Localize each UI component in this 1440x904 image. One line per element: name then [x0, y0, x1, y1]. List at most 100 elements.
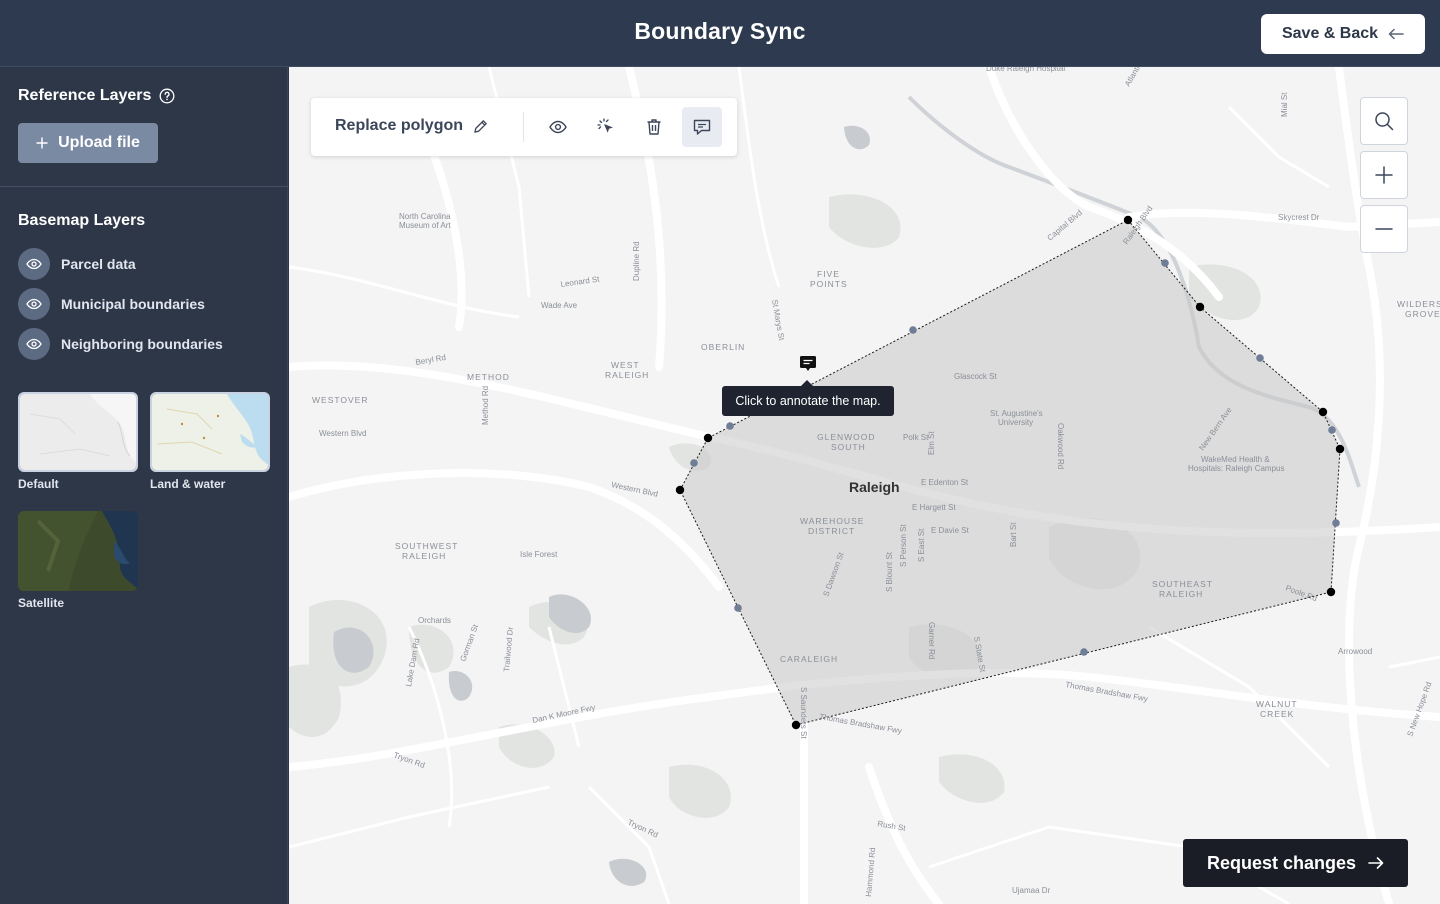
basemap-layers-title: Basemap Layers	[18, 212, 146, 229]
sidebar-divider	[0, 186, 288, 187]
top-bar: Boundary Sync Save & Back	[0, 0, 1440, 67]
svg-text:SOUTHEAST: SOUTHEAST	[1152, 579, 1213, 589]
svg-text:Thomas Bradshaw Fwy: Thomas Bradshaw Fwy	[819, 712, 903, 735]
svg-text:WAREHOUSE: WAREHOUSE	[800, 516, 864, 526]
basemap-layers-heading: Basemap Layers	[18, 212, 145, 230]
trash-icon	[647, 119, 661, 135]
svg-text:Museum of Art: Museum of Art	[399, 221, 451, 230]
basemap-default-label: Default	[18, 477, 59, 491]
eye-icon[interactable]	[18, 288, 50, 320]
svg-text:CARALEIGH: CARALEIGH	[780, 654, 838, 664]
svg-text:University: University	[998, 418, 1033, 427]
layer-label: Neighboring boundaries	[61, 336, 223, 352]
svg-text:S East St: S East St	[917, 528, 926, 562]
arrow-left-icon	[1388, 28, 1404, 40]
help-icon[interactable]	[159, 88, 175, 104]
basemap-land-water-thumbnail[interactable]	[150, 392, 270, 472]
svg-text:S New Hope Rd: S New Hope Rd	[1405, 681, 1433, 738]
zoom-out-button[interactable]	[1360, 205, 1408, 253]
svg-text:WakeMed Health &: WakeMed Health &	[1201, 455, 1270, 464]
svg-text:Gorman St: Gorman St	[458, 623, 480, 663]
polygon-toolbar: Replace polygon	[311, 98, 737, 156]
request-changes-button[interactable]: Request changes	[1183, 839, 1408, 887]
basemap-satellite-label: Satellite	[18, 596, 65, 610]
app-title: Boundary Sync	[634, 18, 806, 44]
annotate-tooltip: Click to annotate the map.	[722, 380, 894, 416]
svg-text:RALEIGH: RALEIGH	[605, 370, 649, 380]
svg-text:St. Augustine's: St. Augustine's	[990, 409, 1043, 418]
svg-text:POINTS: POINTS	[810, 279, 848, 289]
svg-text:E Edenton St: E Edenton St	[921, 478, 969, 487]
svg-text:Oakwood Rd: Oakwood Rd	[1056, 423, 1065, 469]
svg-text:Bart St: Bart St	[1009, 522, 1018, 547]
svg-text:Wade Ave: Wade Ave	[541, 301, 578, 310]
svg-text:GLENWOOD: GLENWOOD	[817, 432, 876, 442]
svg-text:RALEIGH: RALEIGH	[402, 551, 446, 561]
layer-toggle-neighboring-boundaries[interactable]: Neighboring boundaries	[18, 328, 223, 360]
svg-text:Western Blvd: Western Blvd	[319, 429, 366, 438]
zoom-in-button[interactable]	[1360, 151, 1408, 199]
svg-text:RALEIGH: RALEIGH	[1159, 589, 1203, 599]
svg-text:Duke Raleigh Hospital: Duke Raleigh Hospital	[986, 67, 1065, 73]
save-back-label: Save & Back	[1281, 25, 1379, 42]
svg-text:E Davie St: E Davie St	[931, 526, 970, 535]
layer-label: Parcel data	[61, 256, 136, 272]
svg-text:WALNUT: WALNUT	[1256, 699, 1298, 709]
svg-text:WESTOVER: WESTOVER	[312, 395, 369, 405]
svg-text:Orchards: Orchards	[418, 616, 451, 625]
basemap-land-water-label: Land & water	[150, 477, 226, 491]
layer-label: Municipal boundaries	[61, 296, 205, 312]
map-search-button[interactable]	[1360, 97, 1408, 145]
plus-icon	[1375, 166, 1393, 184]
svg-text:OBERLIN: OBERLIN	[701, 342, 745, 352]
reference-layers-title: Reference Layers	[18, 87, 152, 104]
svg-text:E Hargett St: E Hargett St	[912, 503, 956, 512]
city-label-raleigh: Raleigh	[849, 479, 900, 495]
plus-icon	[36, 137, 48, 149]
toolbar-title[interactable]: Replace polygon	[335, 117, 488, 135]
request-changes-label: Request changes	[1206, 852, 1357, 873]
svg-text:Hammond Rd: Hammond Rd	[864, 847, 877, 897]
basemap-graphics: Duke Raleigh Hospital Atlantic Ave Capit…	[289, 67, 1440, 904]
svg-text:Beryl Rd: Beryl Rd	[415, 353, 447, 367]
svg-text:Hospitals: Raleigh Campus: Hospitals: Raleigh Campus	[1188, 464, 1285, 473]
svg-text:Polk St: Polk St	[903, 433, 929, 442]
layer-toggle-parcel-data[interactable]: Parcel data	[18, 248, 136, 280]
eye-icon	[549, 120, 567, 134]
basemap-default-thumbnail[interactable]	[18, 392, 138, 472]
map-canvas[interactable]: Duke Raleigh Hospital Atlantic Ave Capit…	[289, 67, 1440, 904]
sidebar: Reference Layers Upload file Basemap Lay…	[0, 67, 288, 904]
toolbar-separator	[523, 112, 524, 142]
svg-text:S Saunders St: S Saunders St	[799, 687, 808, 739]
svg-text:St Marys St: St Marys St	[770, 299, 786, 342]
svg-text:Skycrest Dr: Skycrest Dr	[1278, 213, 1320, 222]
svg-text:WILDERS: WILDERS	[1397, 299, 1440, 309]
svg-text:Dupline Rd: Dupline Rd	[632, 241, 641, 281]
svg-text:Leonard St: Leonard St	[560, 275, 601, 289]
svg-text:Trailwood Dr: Trailwood Dr	[502, 626, 515, 672]
svg-text:FIVE: FIVE	[817, 269, 840, 279]
annotate-button[interactable]	[682, 107, 722, 147]
svg-text:Isle Forest: Isle Forest	[520, 550, 558, 559]
basemap-satellite-thumbnail[interactable]	[18, 511, 138, 591]
arrow-right-icon	[1368, 857, 1384, 869]
svg-text:North Carolina: North Carolina	[399, 212, 451, 221]
comment-marker	[800, 356, 816, 371]
toggle-visibility-button[interactable]	[538, 107, 578, 147]
delete-polygon-button[interactable]	[634, 107, 674, 147]
svg-text:CREEK: CREEK	[1260, 709, 1294, 719]
eye-icon[interactable]	[18, 328, 50, 360]
comment-icon	[693, 119, 711, 135]
search-icon	[1375, 112, 1394, 131]
eye-icon[interactable]	[18, 248, 50, 280]
layer-toggle-municipal-boundaries[interactable]: Municipal boundaries	[18, 288, 205, 320]
reference-layers-heading: Reference Layers	[18, 87, 175, 105]
svg-text:SOUTH: SOUTH	[831, 442, 866, 452]
select-pointer-icon	[597, 118, 613, 133]
pencil-icon[interactable]	[473, 119, 488, 134]
svg-text:Ujamaa Dr: Ujamaa Dr	[1012, 886, 1051, 895]
svg-text:Glascock St: Glascock St	[954, 372, 997, 381]
upload-file-button[interactable]: Upload file	[18, 123, 158, 163]
save-and-back-button[interactable]: Save & Back	[1261, 14, 1425, 54]
select-vertex-button[interactable]	[586, 107, 626, 147]
